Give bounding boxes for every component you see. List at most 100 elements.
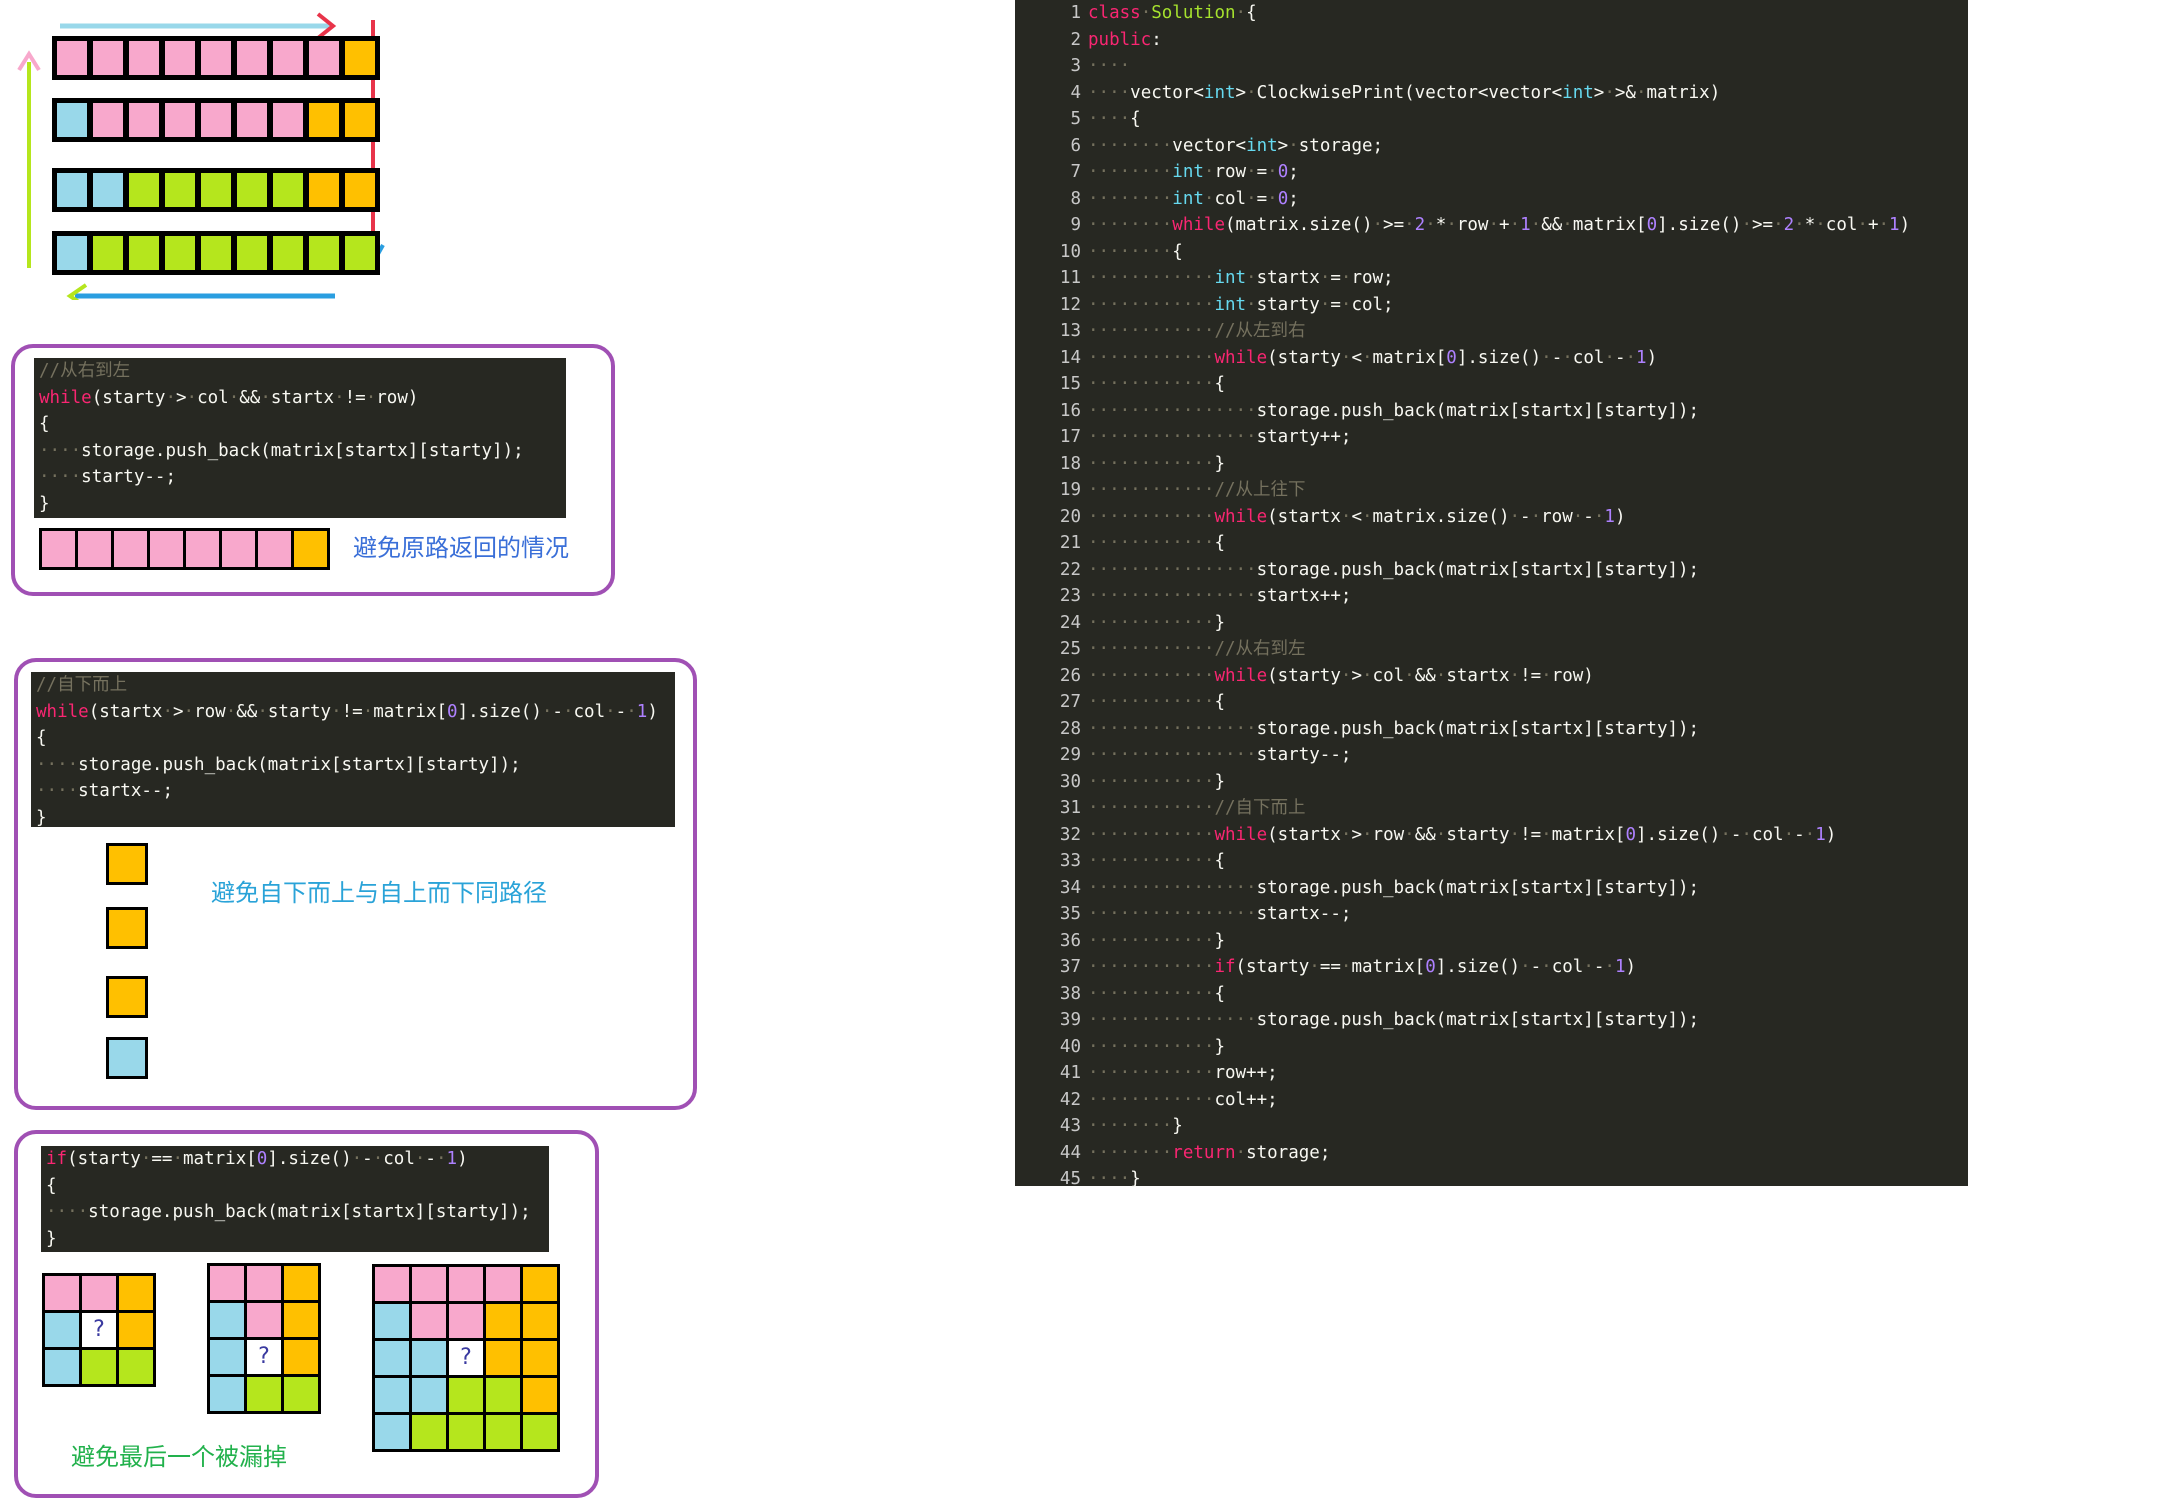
snippet-code-right-to-left: //从右到左 while(starty·>·col·&&·startx·!=·ro… (34, 358, 566, 518)
line-number: 44 (1059, 1142, 1081, 1163)
snippet-line: { (39, 414, 50, 434)
code-line: 39 ················storage.push_back(matr… (1015, 1007, 1968, 1034)
code-line: 43 ········} (1015, 1113, 1968, 1140)
line-number: 40 (1059, 1036, 1081, 1057)
blue-cell (372, 1338, 412, 1378)
code-text: ············} (1088, 930, 1225, 951)
snippet-line: //自下而上 (36, 675, 128, 695)
yellow-cell (281, 1263, 321, 1303)
line-number: 30 (1059, 771, 1081, 792)
blue-cell (207, 1374, 247, 1414)
code-text: ············//从左到右 (1088, 321, 1306, 341)
pink-cell (483, 1264, 523, 1304)
line-number: 9 (1070, 215, 1081, 235)
green-cell (270, 170, 306, 210)
code-line: 35 ················startx--; (1015, 901, 1968, 928)
code-line: 6 ········vector<int>·storage; (1015, 133, 1968, 160)
blue-cell (54, 100, 90, 140)
yellow-cell (342, 100, 378, 140)
yellow-cell (520, 1375, 560, 1415)
code-text: ····{ (1088, 109, 1141, 129)
green-cell (483, 1412, 523, 1452)
line-number: 38 (1059, 983, 1081, 1004)
pink-cell (90, 100, 126, 140)
line-number: 31 (1059, 798, 1081, 818)
green-cell (79, 1347, 119, 1387)
code-text: ················startx++; (1088, 586, 1352, 606)
code-line: 13 ············//从左到右 (1015, 318, 1968, 345)
green-cell (162, 233, 198, 273)
code-line: 15 ············{ (1015, 371, 1968, 398)
line-number: 6 (1070, 135, 1081, 156)
line-number: 1 (1070, 3, 1081, 23)
code-text: ········int·col·=·0; (1088, 188, 1299, 209)
code-line: 20 ············while(startx·<·matrix.size… (1015, 504, 1968, 531)
code-text: ········return·storage; (1088, 1142, 1331, 1163)
pink-cell (270, 38, 306, 78)
yellow-cell (291, 528, 330, 570)
code-line: 40 ············} (1015, 1034, 1968, 1061)
unknown-cell: ? (79, 1310, 119, 1350)
code-line: 36 ············} (1015, 928, 1968, 955)
blue-cell (54, 233, 90, 273)
green-cell (270, 233, 306, 273)
pink-cell (234, 38, 270, 78)
code-text: ····} (1088, 1169, 1141, 1189)
pink-cell (244, 1300, 284, 1340)
snippet-line: ····storage.push_back(matrix[startx][sta… (36, 754, 521, 775)
line-number: 7 (1070, 162, 1081, 182)
pink-cell (147, 528, 186, 570)
line-number: 37 (1059, 957, 1081, 977)
line-number: 21 (1059, 533, 1081, 553)
code-line: 25 ············//从右到左 (1015, 636, 1968, 663)
line-number: 42 (1059, 1089, 1081, 1110)
code-text: ············if(starty·==·matrix[0].size(… (1088, 957, 1637, 977)
code-text: ················storage.push_back(matrix… (1088, 877, 1700, 898)
code-line: 45 ····} (1015, 1166, 1968, 1193)
green-cell (244, 1374, 284, 1414)
green-cell (198, 170, 234, 210)
pink-cell (39, 528, 78, 570)
pink-cell (183, 528, 222, 570)
green-cell (116, 1347, 156, 1387)
line-number: 35 (1059, 904, 1081, 924)
pink-cell (79, 1273, 119, 1313)
snippet-line: ····startx--; (36, 781, 173, 801)
green-cell (306, 233, 342, 273)
pink-cell (372, 1264, 412, 1304)
pink-cell (162, 38, 198, 78)
yellow-cell (342, 38, 378, 78)
code-line: 21 ············{ (1015, 530, 1968, 557)
code-text: ················storage.push_back(matrix… (1088, 559, 1700, 580)
snippet-code-last-element: if(starty·==·matrix[0].size()·-·col·-·1)… (41, 1146, 549, 1252)
caption-avoid-return: 避免原路返回的情况 (353, 534, 569, 562)
green-cell (342, 233, 378, 273)
code-text: ············//从右到左 (1088, 639, 1306, 659)
code-line: 41 ············row++; (1015, 1060, 1968, 1087)
code-text: ············{ (1088, 851, 1225, 871)
blue-cell (409, 1375, 449, 1415)
green-cell (520, 1412, 560, 1452)
code-text: ············while(starty·>·col·&&·startx… (1088, 665, 1594, 686)
line-number: 27 (1059, 692, 1081, 712)
green-cell (446, 1375, 486, 1415)
code-text: ····vector<int>·ClockwisePrint(vector<ve… (1088, 82, 1721, 103)
green-cell (234, 170, 270, 210)
code-line: 42 ············col++; (1015, 1087, 1968, 1114)
line-number: 18 (1059, 453, 1081, 474)
blue-cell (106, 1037, 148, 1079)
yellow-cell (116, 1273, 156, 1313)
code-line: 4 ····vector<int>·ClockwisePrint(vector<v… (1015, 80, 1968, 107)
code-line: 24 ············} (1015, 610, 1968, 637)
code-text: ············while(startx·<·matrix.size()… (1088, 506, 1626, 527)
pink-cell (270, 100, 306, 140)
line-number: 24 (1059, 612, 1081, 633)
code-line: 18 ············} (1015, 451, 1968, 478)
line-number: 5 (1070, 109, 1081, 129)
code-text: ············{ (1088, 692, 1225, 712)
line-number: 16 (1059, 400, 1081, 421)
code-text: ················starty--; (1088, 745, 1352, 765)
code-text: ················starty++; (1088, 427, 1352, 447)
code-line: 19 ············//从上往下 (1015, 477, 1968, 504)
pink-cell (75, 528, 114, 570)
